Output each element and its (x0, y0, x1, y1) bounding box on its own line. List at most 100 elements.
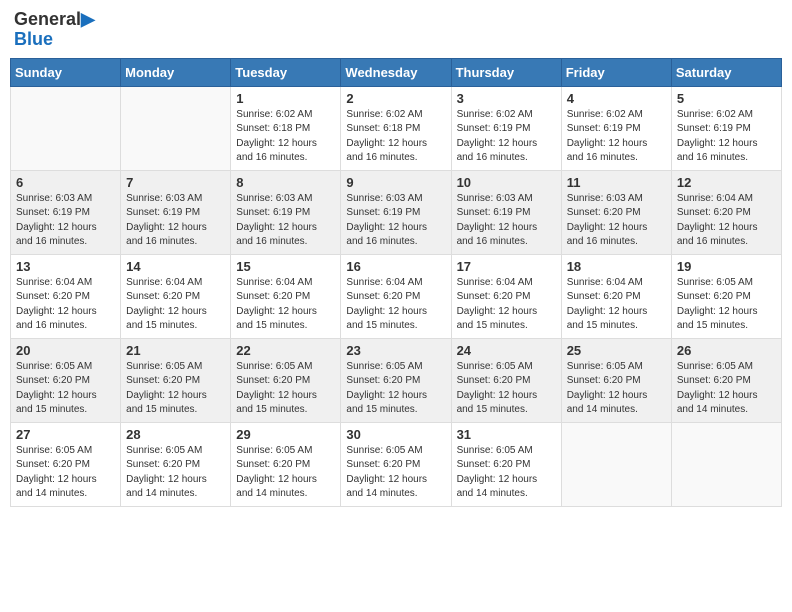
calendar-week-row: 6 Sunrise: 6:03 AM Sunset: 6:19 PM Daylig… (11, 170, 782, 254)
day-info: Sunrise: 6:05 AM Sunset: 6:20 PM Dayligh… (677, 360, 776, 418)
day-number: 19 (677, 259, 776, 274)
calendar-cell: 13 Sunrise: 6:04 AM Sunset: 6:20 PM Dayli… (11, 254, 121, 338)
day-info: Sunrise: 6:04 AM Sunset: 6:20 PM Dayligh… (236, 276, 335, 334)
col-header-saturday: Saturday (671, 58, 781, 86)
calendar-cell: 15 Sunrise: 6:04 AM Sunset: 6:20 PM Dayli… (231, 254, 341, 338)
calendar-cell: 21 Sunrise: 6:05 AM Sunset: 6:20 PM Dayli… (121, 338, 231, 422)
calendar-cell: 19 Sunrise: 6:05 AM Sunset: 6:20 PM Dayli… (671, 254, 781, 338)
calendar-cell: 6 Sunrise: 6:03 AM Sunset: 6:19 PM Daylig… (11, 170, 121, 254)
day-number: 18 (567, 259, 666, 274)
day-number: 21 (126, 343, 225, 358)
col-header-thursday: Thursday (451, 58, 561, 86)
calendar-week-row: 13 Sunrise: 6:04 AM Sunset: 6:20 PM Dayli… (11, 254, 782, 338)
calendar-cell: 10 Sunrise: 6:03 AM Sunset: 6:19 PM Dayli… (451, 170, 561, 254)
calendar-cell (121, 86, 231, 170)
day-info: Sunrise: 6:05 AM Sunset: 6:20 PM Dayligh… (346, 444, 445, 502)
calendar-week-row: 27 Sunrise: 6:05 AM Sunset: 6:20 PM Dayli… (11, 422, 782, 506)
day-number: 22 (236, 343, 335, 358)
col-header-sunday: Sunday (11, 58, 121, 86)
day-info: Sunrise: 6:02 AM Sunset: 6:18 PM Dayligh… (346, 108, 445, 166)
day-number: 7 (126, 175, 225, 190)
day-number: 13 (16, 259, 115, 274)
day-number: 14 (126, 259, 225, 274)
day-number: 2 (346, 91, 445, 106)
calendar-cell: 28 Sunrise: 6:05 AM Sunset: 6:20 PM Dayli… (121, 422, 231, 506)
calendar-cell: 12Sunrise: 6:04 AM Sunset: 6:20 PM Dayli… (671, 170, 781, 254)
calendar-cell: 14Sunrise: 6:04 AM Sunset: 6:20 PM Dayli… (121, 254, 231, 338)
day-number: 27 (16, 427, 115, 442)
day-info: Sunrise: 6:05 AM Sunset: 6:20 PM Dayligh… (126, 360, 225, 418)
day-info: Sunrise: 6:03 AM Sunset: 6:19 PM Dayligh… (346, 192, 445, 250)
day-info: Sunrise: 6:05 AM Sunset: 6:20 PM Dayligh… (457, 444, 556, 502)
logo-subtext: Blue (14, 30, 95, 50)
day-info: Sunrise: 6:05 AM Sunset: 6:20 PM Dayligh… (126, 444, 225, 502)
col-header-tuesday: Tuesday (231, 58, 341, 86)
logo-text: General▶ (14, 10, 95, 30)
calendar-cell: 17Sunrise: 6:04 AM Sunset: 6:20 PM Dayli… (451, 254, 561, 338)
day-info: Sunrise: 6:03 AM Sunset: 6:19 PM Dayligh… (16, 192, 115, 250)
page-header: General▶ Blue (10, 10, 782, 50)
day-number: 15 (236, 259, 335, 274)
day-number: 31 (457, 427, 556, 442)
day-number: 28 (126, 427, 225, 442)
calendar-header-row: SundayMondayTuesdayWednesdayThursdayFrid… (11, 58, 782, 86)
day-info: Sunrise: 6:03 AM Sunset: 6:19 PM Dayligh… (236, 192, 335, 250)
day-number: 8 (236, 175, 335, 190)
calendar-cell: 9 Sunrise: 6:03 AM Sunset: 6:19 PM Daylig… (341, 170, 451, 254)
calendar-cell: 30 Sunrise: 6:05 AM Sunset: 6:20 PM Dayli… (341, 422, 451, 506)
day-number: 23 (346, 343, 445, 358)
logo: General▶ Blue (14, 10, 95, 50)
day-number: 29 (236, 427, 335, 442)
day-info: Sunrise: 6:04 AM Sunset: 6:20 PM Dayligh… (677, 192, 776, 250)
col-header-wednesday: Wednesday (341, 58, 451, 86)
day-info: Sunrise: 6:05 AM Sunset: 6:20 PM Dayligh… (16, 444, 115, 502)
day-info: Sunrise: 6:04 AM Sunset: 6:20 PM Dayligh… (16, 276, 115, 334)
day-number: 6 (16, 175, 115, 190)
calendar-table: SundayMondayTuesdayWednesdayThursdayFrid… (10, 58, 782, 507)
day-info: Sunrise: 6:05 AM Sunset: 6:20 PM Dayligh… (16, 360, 115, 418)
calendar-cell: 29 Sunrise: 6:05 AM Sunset: 6:20 PM Dayli… (231, 422, 341, 506)
calendar-cell: 20Sunrise: 6:05 AM Sunset: 6:20 PM Dayli… (11, 338, 121, 422)
day-number: 30 (346, 427, 445, 442)
day-info: Sunrise: 6:02 AM Sunset: 6:19 PM Dayligh… (567, 108, 666, 166)
calendar-cell: 24Sunrise: 6:05 AM Sunset: 6:20 PM Dayli… (451, 338, 561, 422)
col-header-monday: Monday (121, 58, 231, 86)
calendar-cell: 8 Sunrise: 6:03 AM Sunset: 6:19 PM Daylig… (231, 170, 341, 254)
day-number: 10 (457, 175, 556, 190)
day-info: Sunrise: 6:04 AM Sunset: 6:20 PM Dayligh… (346, 276, 445, 334)
calendar-cell: 2 Sunrise: 6:02 AM Sunset: 6:18 PM Daylig… (341, 86, 451, 170)
calendar-cell (561, 422, 671, 506)
day-info: Sunrise: 6:05 AM Sunset: 6:20 PM Dayligh… (236, 444, 335, 502)
day-info: Sunrise: 6:04 AM Sunset: 6:20 PM Dayligh… (567, 276, 666, 334)
day-info: Sunrise: 6:03 AM Sunset: 6:19 PM Dayligh… (457, 192, 556, 250)
calendar-cell: 23Sunrise: 6:05 AM Sunset: 6:20 PM Dayli… (341, 338, 451, 422)
day-info: Sunrise: 6:02 AM Sunset: 6:19 PM Dayligh… (457, 108, 556, 166)
calendar-cell: 5 Sunrise: 6:02 AM Sunset: 6:19 PM Daylig… (671, 86, 781, 170)
calendar-cell: 18 Sunrise: 6:04 AM Sunset: 6:20 PM Dayli… (561, 254, 671, 338)
day-info: Sunrise: 6:02 AM Sunset: 6:19 PM Dayligh… (677, 108, 776, 166)
day-info: Sunrise: 6:04 AM Sunset: 6:20 PM Dayligh… (457, 276, 556, 334)
calendar-cell: 7Sunrise: 6:03 AM Sunset: 6:19 PM Daylig… (121, 170, 231, 254)
calendar-cell: 1Sunrise: 6:02 AM Sunset: 6:18 PM Daylig… (231, 86, 341, 170)
day-number: 3 (457, 91, 556, 106)
day-number: 11 (567, 175, 666, 190)
calendar-week-row: 20Sunrise: 6:05 AM Sunset: 6:20 PM Dayli… (11, 338, 782, 422)
day-number: 26 (677, 343, 776, 358)
calendar-cell: 31 Sunrise: 6:05 AM Sunset: 6:20 PM Dayli… (451, 422, 561, 506)
calendar-cell: 16 Sunrise: 6:04 AM Sunset: 6:20 PM Dayli… (341, 254, 451, 338)
calendar-week-row: 1Sunrise: 6:02 AM Sunset: 6:18 PM Daylig… (11, 86, 782, 170)
day-number: 25 (567, 343, 666, 358)
day-number: 9 (346, 175, 445, 190)
calendar-cell: 26 Sunrise: 6:05 AM Sunset: 6:20 PM Dayli… (671, 338, 781, 422)
calendar-cell: 11 Sunrise: 6:03 AM Sunset: 6:20 PM Dayli… (561, 170, 671, 254)
day-info: Sunrise: 6:03 AM Sunset: 6:20 PM Dayligh… (567, 192, 666, 250)
calendar-cell: 4Sunrise: 6:02 AM Sunset: 6:19 PM Daylig… (561, 86, 671, 170)
day-info: Sunrise: 6:05 AM Sunset: 6:20 PM Dayligh… (677, 276, 776, 334)
calendar-cell: 27 Sunrise: 6:05 AM Sunset: 6:20 PM Dayli… (11, 422, 121, 506)
calendar-cell: 22Sunrise: 6:05 AM Sunset: 6:20 PM Dayli… (231, 338, 341, 422)
day-number: 5 (677, 91, 776, 106)
day-info: Sunrise: 6:05 AM Sunset: 6:20 PM Dayligh… (457, 360, 556, 418)
day-number: 16 (346, 259, 445, 274)
calendar-cell (11, 86, 121, 170)
day-info: Sunrise: 6:02 AM Sunset: 6:18 PM Dayligh… (236, 108, 335, 166)
